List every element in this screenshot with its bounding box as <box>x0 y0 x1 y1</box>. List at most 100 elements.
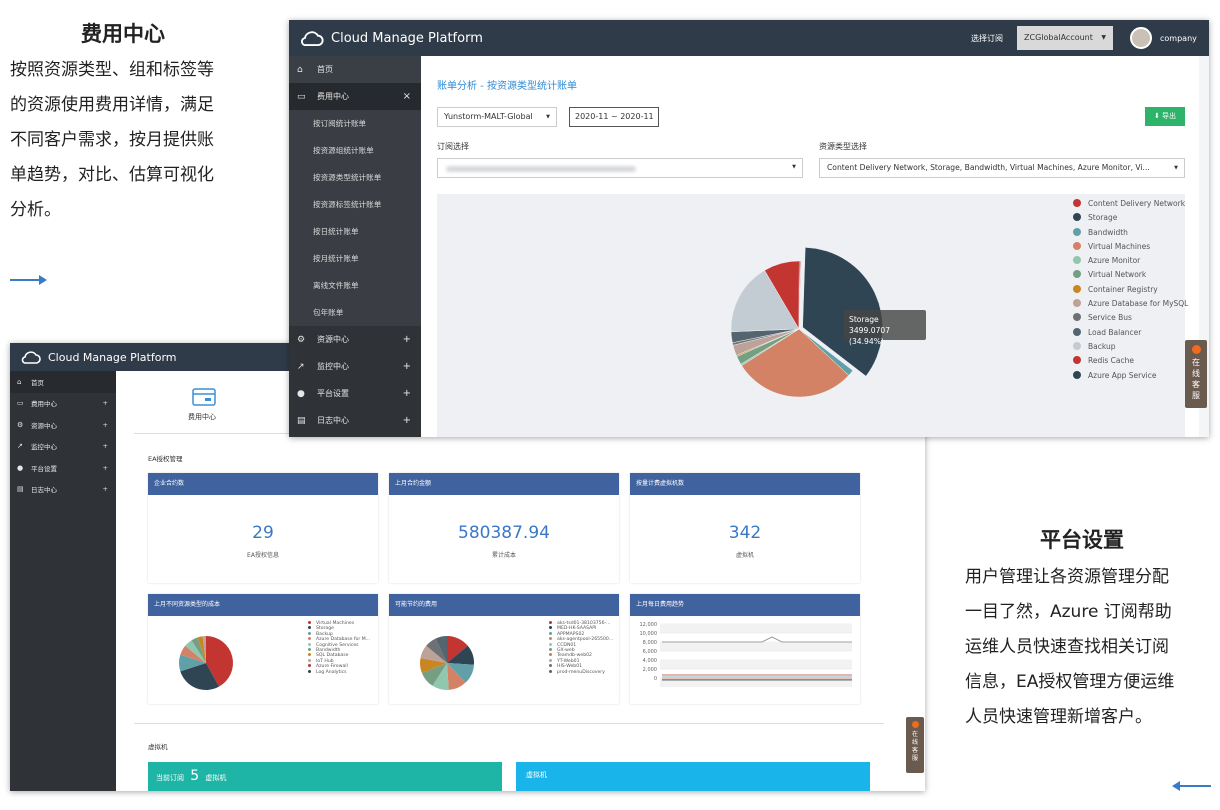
sidebar-item-user[interactable]: ● 平台设置 + <box>10 457 116 479</box>
sidebar-subitem-label: 按日统计账单 <box>313 227 359 236</box>
y-tick-label: 12,000 <box>640 622 658 628</box>
cost-center-shortcut-label[interactable]: 费用中心 <box>188 412 216 422</box>
sidebar-item-label: 资源中心 <box>317 335 349 344</box>
grid-band <box>660 642 852 651</box>
home-icon: ⌂ <box>297 64 303 75</box>
sidebar-item-card[interactable]: ▭ 费用中心 + <box>10 393 116 415</box>
stat-card[interactable]: 企业合约数 29 EA授权信息 <box>148 473 378 583</box>
avatar[interactable] <box>1130 27 1152 49</box>
sidebar-item-chart[interactable]: ↗ 监控中心 + <box>10 436 116 458</box>
collapse-icon[interactable]: × <box>403 91 411 102</box>
select-subscription-label: 选择订阅 <box>971 33 1003 43</box>
legend-dot <box>1073 256 1081 265</box>
account-dropdown[interactable]: ZCGlobalAccount ▼ <box>1017 26 1113 50</box>
legend-item[interactable]: Azure Database for MySQL <box>1073 299 1188 313</box>
subscription-label: 订阅选择 <box>437 142 469 151</box>
online-service-tab[interactable]: 在线客服 <box>1185 340 1207 408</box>
chart-card[interactable]: 可能节约的费用 aks-tsd01-38103756-... MED-HK-SAAS… <box>389 594 619 704</box>
stat-card[interactable]: 按量计费虚拟机数 342 虚拟机 <box>630 473 860 583</box>
legend-dot <box>1073 213 1081 222</box>
y-tick-label: 0 <box>654 676 657 682</box>
cloud-logo-icon <box>21 351 41 364</box>
legend-item[interactable]: Azure Monitor <box>1073 256 1188 270</box>
sidebar-item-gears[interactable]: ⚙ 资源中心 + <box>10 414 116 436</box>
sidebar-subitem-label: 按资源标签统计账单 <box>313 200 382 209</box>
expand-icon[interactable]: + <box>403 388 411 399</box>
sidebar-item-gears[interactable]: ⚙ 资源中心 + <box>289 326 421 353</box>
sidebar-item-user[interactable]: ● 平台设置 + <box>289 380 421 407</box>
export-button[interactable]: ⬇ 导出 <box>1145 107 1185 126</box>
service-tab-label: 在线客服 <box>1192 358 1200 400</box>
expand-icon: + <box>102 463 108 472</box>
legend-item[interactable]: Service Bus <box>1073 313 1188 327</box>
online-service-tab[interactable]: 在线客服 <box>906 717 924 773</box>
service-flame-icon <box>911 721 919 728</box>
sidebar-item-label: 监控中心 <box>31 443 57 452</box>
sidebar-item-log[interactable]: ▤ 日志中心 + <box>10 479 116 501</box>
sidebar-item-home[interactable]: ⌂ 首页 <box>289 56 421 83</box>
resource-type-dropdown[interactable]: Content Delivery Network, Storage, Bandw… <box>819 158 1185 178</box>
legend-item[interactable]: Virtual Machines <box>1073 241 1188 256</box>
chart-card[interactable]: 上月不同资源类型的成本 Virtual Machines Storage Backup… <box>148 594 378 704</box>
sidebar-subitem[interactable]: 按资源组统计账单 <box>289 137 421 164</box>
sidebar-item-log[interactable]: ▤ 日志中心 + <box>289 407 421 434</box>
legend-item[interactable]: Virtual Network <box>1073 270 1188 284</box>
legend-item[interactable]: Bandwidth <box>1073 227 1188 242</box>
legend-item[interactable]: Content Delivery Network <box>1073 199 1188 213</box>
annotation-line: 分析。 <box>10 200 61 220</box>
mini-legend-label: CCDN01 <box>557 642 577 648</box>
user-icon: ● <box>17 463 24 472</box>
legend-item[interactable]: Load Balancer <box>1073 327 1188 342</box>
series-line <box>662 636 852 643</box>
expand-icon[interactable]: + <box>403 361 411 372</box>
export-label: 导出 <box>1162 112 1177 120</box>
legend-item[interactable]: Backup <box>1073 341 1188 356</box>
legend-dot <box>1073 270 1081 279</box>
legend-label: Content Delivery Network <box>1088 199 1186 208</box>
user-name[interactable]: company <box>1160 34 1197 43</box>
vm-count-bar[interactable]: 当前订阅 5 虚拟机 <box>148 762 502 791</box>
sidebar-subitem[interactable]: 按资源标签统计账单 <box>289 191 421 218</box>
sidebar-item-card[interactable]: ▭ 费用中心 × <box>289 83 421 110</box>
legend-dot <box>1073 327 1081 336</box>
legend-dot <box>1073 199 1081 207</box>
chart-card[interactable]: 上月每日费用趋势 12,000 10,000 8,000 6,000 4,000 2,000… <box>630 594 860 704</box>
sidebar-item-label: 平台设置 <box>317 389 349 398</box>
expand-icon[interactable]: + <box>403 334 411 345</box>
subscription-dropdown[interactable]: ▼ <box>437 158 803 178</box>
arrow-left-icon <box>1179 785 1211 787</box>
sidebar-item-label: 费用中心 <box>31 400 57 409</box>
sidebar-subitem[interactable]: 包年账单 <box>289 299 421 326</box>
caret-down-icon: ▼ <box>1174 165 1178 171</box>
mini-legend-item: prod-menuDiscovery <box>549 669 613 675</box>
sidebar-subitem[interactable]: 按月统计账单 <box>289 245 421 272</box>
sidebar-subitem[interactable]: 按资源类型统计账单 <box>289 164 421 191</box>
legend-label: Virtual Machines <box>1088 241 1151 251</box>
card-icon: ▭ <box>17 399 24 408</box>
legend-dot <box>549 664 552 668</box>
legend-label: Load Balancer <box>1088 327 1142 337</box>
sidebar-subitem-label: 离线文件账单 <box>313 281 359 290</box>
tooltip-name: Storage <box>849 315 879 324</box>
sidebar-subitem[interactable]: 按订阅统计账单 <box>289 110 421 137</box>
mini-legend-label: HIS-Web01 <box>557 664 583 670</box>
sidebar-item-home[interactable]: ⌂ 首页 <box>10 371 116 393</box>
app-title: Cloud Manage Platform <box>331 30 483 46</box>
legend-item[interactable]: Container Registry <box>1073 284 1188 299</box>
legend-item[interactable]: Storage <box>1073 213 1188 227</box>
mini-pie-chart <box>179 636 233 690</box>
legend-label: Container Registry <box>1088 284 1158 294</box>
legend-item[interactable]: Redis Cache <box>1073 356 1188 370</box>
vm-bar[interactable]: 虚拟机 <box>516 762 870 791</box>
arrow-right-icon <box>10 279 40 281</box>
sidebar-subitem[interactable]: 按日统计账单 <box>289 218 421 245</box>
expand-icon[interactable]: + <box>403 415 411 426</box>
date-range-input[interactable]: 2020-11 ~ 2020-11 <box>569 107 659 127</box>
sidebar-item-chart[interactable]: ↗ 监控中心 + <box>289 353 421 380</box>
stat-card[interactable]: 上月合约金额 580387.94 累计成本 <box>389 473 619 583</box>
sidebar-subitem[interactable]: 离线文件账单 <box>289 272 421 299</box>
arrow-head-icon <box>39 275 47 285</box>
region-dropdown[interactable]: Yunstorm-MALT-Global ▼ <box>437 107 557 127</box>
vm-bar-label: 虚拟机 <box>526 771 547 779</box>
legend-item[interactable]: Azure App Service <box>1073 370 1188 385</box>
